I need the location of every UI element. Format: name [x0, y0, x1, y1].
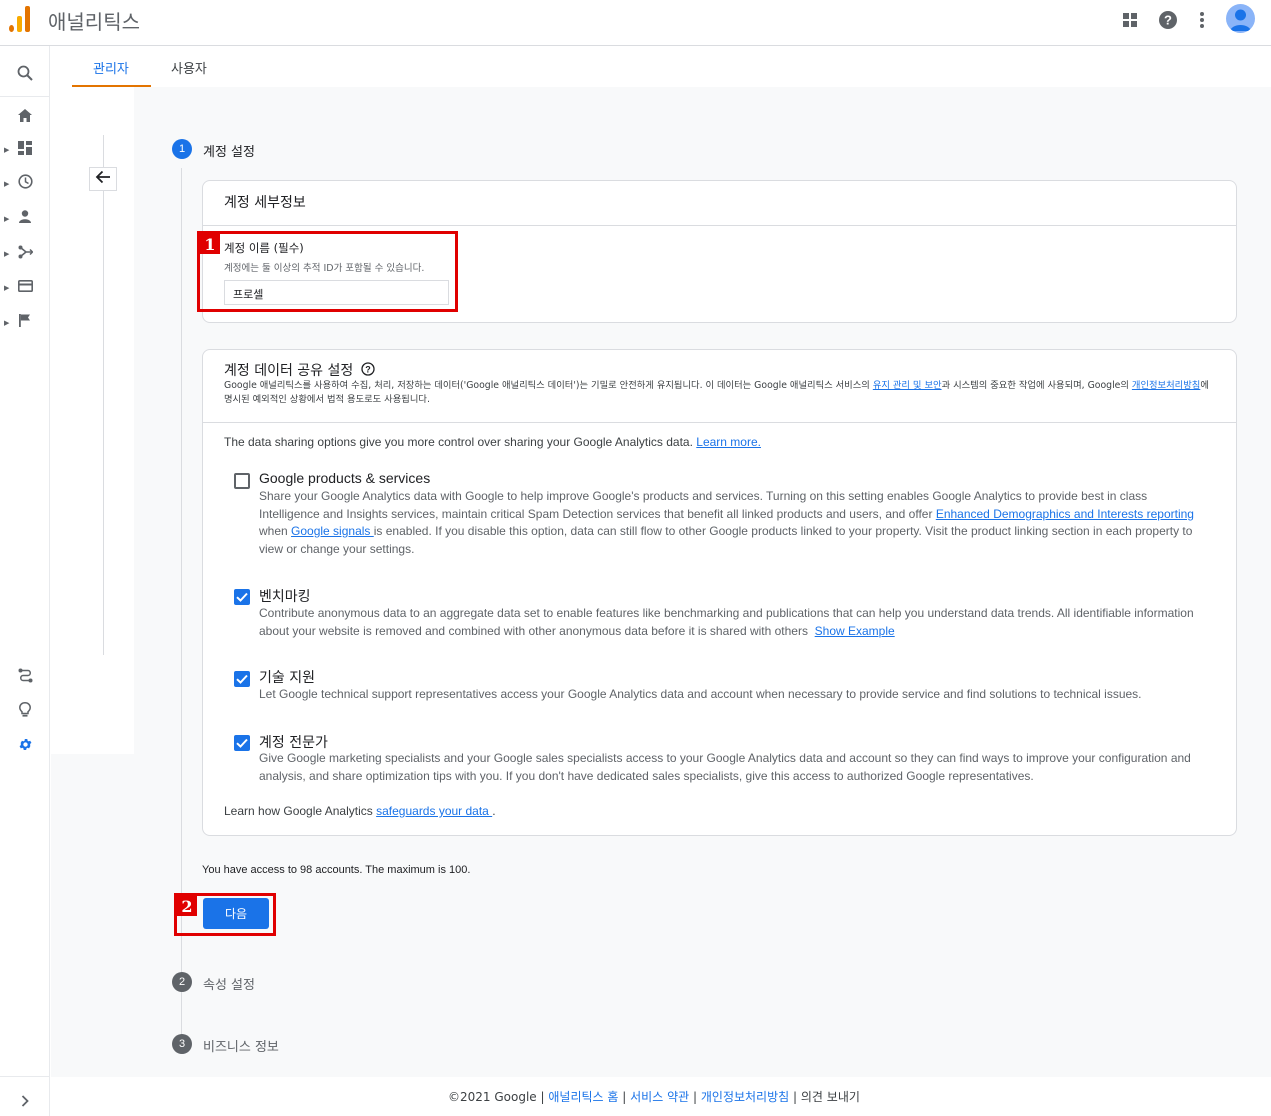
more-vert-icon[interactable] [1190, 8, 1214, 32]
tab-user[interactable]: 사용자 [171, 58, 207, 77]
step-3-label: 비즈니스 정보 [203, 1040, 279, 1055]
person-icon [19, 210, 31, 228]
annotation-box-1 [197, 231, 458, 312]
check-icon [236, 738, 248, 748]
home-icon[interactable] [0, 100, 50, 130]
dashboard-icon [18, 140, 32, 160]
apps-grid-icon[interactable] [1118, 8, 1142, 32]
account-limit-note: You have access to 98 accounts. The maxi… [202, 864, 471, 876]
flag-icon [19, 314, 31, 332]
search-icon[interactable] [0, 58, 50, 88]
annotation-tag-2: 2 [177, 896, 197, 916]
expand-caret-icon: ▶ [4, 320, 10, 327]
nav-realtime[interactable]: ▶ [0, 169, 50, 199]
option-desc-text: when [259, 524, 292, 538]
google-products-description: Share your Google Analytics data with Go… [259, 488, 1209, 558]
check-icon [236, 592, 248, 602]
nav-conversions[interactable]: ▶ [0, 308, 50, 338]
step-1-label: 계정 설정 [203, 145, 255, 160]
acquisition-icon [18, 245, 34, 264]
account-specialists-title: 계정 전문가 [259, 735, 328, 751]
admin-gear-icon[interactable] [0, 729, 50, 759]
footer-links: ©2021 Google | 애널리틱스 홈 | 서비스 약관 | 개인정보처리… [448, 1088, 860, 1105]
privacy-policy-link[interactable]: 개인정보처리방침 [1132, 380, 1200, 391]
back-arrow-button[interactable] [89, 167, 117, 191]
google-products-title: Google products & services [259, 470, 431, 486]
expand-caret-icon: ▶ [4, 147, 10, 154]
expand-caret-icon: ▶ [4, 251, 10, 258]
google-products-checkbox[interactable] [234, 473, 250, 489]
learn-more-link[interactable]: Learn more. [696, 435, 761, 449]
sharing-intro-text: The data sharing options give you more c… [224, 435, 693, 449]
enhanced-demographics-link[interactable]: Enhanced Demographics and Interests repo… [936, 507, 1194, 521]
footer-separator: | [692, 1090, 698, 1104]
safeguards-link[interactable]: safeguards your data [376, 804, 492, 818]
step-2-label: 속성 설정 [203, 978, 255, 993]
account-specialists-description: Give Google marketing specialists and yo… [259, 751, 1191, 783]
help-icon[interactable]: ? [1156, 8, 1180, 32]
desc-text-2: 과 시스템의 중요한 작업에 사용되며, Google의 [941, 380, 1132, 391]
step-1-indicator: 1 [172, 139, 192, 159]
page-footer: ©2021 Google | 애널리틱스 홈 | 서비스 약관 | 개인정보처리… [0, 1077, 1271, 1116]
arrow-back-icon [95, 170, 111, 189]
technical-support-description: Let Google technical support representat… [259, 687, 1142, 701]
nav-audience[interactable]: ▶ [0, 204, 50, 234]
safeguards-text: Learn how Google Analytics [224, 804, 373, 818]
left-navigation: ▶ ▶ ▶ ▶ ▶ ▶ [0, 46, 50, 1116]
expand-caret-icon: ▶ [4, 285, 10, 292]
attribution-icon[interactable] [0, 660, 50, 690]
expand-caret-icon: ▶ [4, 181, 10, 188]
safeguards-note: Learn how Google Analytics safeguards yo… [224, 804, 496, 818]
data-sharing-description: Google 애널리틱스를 사용하여 수집, 처리, 저장하는 데이터('Goo… [224, 379, 1219, 407]
account-avatar[interactable] [1226, 4, 1255, 33]
maintenance-security-link[interactable]: 유지 관리 및 보안 [873, 380, 942, 391]
account-details-title: 계정 세부정보 [224, 195, 306, 211]
back-panel [51, 87, 134, 754]
admin-tabs: 관리자 사용자 [51, 46, 1271, 87]
footer-separator: | [622, 1090, 627, 1104]
svg-text:?: ? [365, 364, 371, 374]
data-sharing-title-text: 계정 데이터 공유 설정 [224, 363, 354, 379]
expand-caret-icon: ▶ [4, 216, 10, 223]
option-desc-text: is enabled. If you disable this option, … [259, 524, 1193, 556]
analytics-logo-icon[interactable] [9, 6, 31, 32]
behavior-icon [17, 279, 33, 297]
safeguards-end: . [492, 804, 496, 818]
benchmarking-description: Contribute anonymous data to an aggregat… [259, 605, 1209, 640]
benchmarking-checkbox[interactable] [234, 589, 250, 605]
footer-separator: | [793, 1090, 798, 1104]
google-signals-link[interactable]: Google signals [291, 524, 374, 538]
footer-terms-link[interactable]: 서비스 약관 [630, 1090, 689, 1104]
footer-separator: | [540, 1090, 545, 1104]
tab-admin[interactable]: 관리자 [93, 58, 129, 77]
check-icon [236, 674, 248, 684]
account-specialists-checkbox[interactable] [234, 735, 250, 751]
footer-copyright: ©2021 Google [448, 1090, 537, 1104]
technical-support-checkbox[interactable] [234, 671, 250, 687]
option-desc-text: Contribute anonymous data to an aggregat… [259, 606, 1194, 638]
sharing-intro: The data sharing options give you more c… [224, 435, 761, 449]
app-title[interactable]: 애널리틱스 [48, 6, 140, 35]
clock-icon [17, 174, 33, 194]
top-app-bar: 애널리틱스 ? [0, 0, 1271, 46]
lightbulb-icon[interactable] [0, 694, 50, 724]
annotation-tag-1: 1 [200, 234, 220, 254]
desc-text-1: Google 애널리틱스를 사용하여 수집, 처리, 저장하는 데이터('Goo… [224, 380, 873, 391]
technical-support-title: 기술 지원 [259, 670, 315, 686]
data-sharing-title: 계정 데이터 공유 설정 ? [224, 360, 375, 380]
footer-analytics-home-link[interactable]: 애널리틱스 홈 [548, 1090, 618, 1104]
step-3-indicator: 3 [172, 1034, 192, 1054]
show-example-link[interactable]: Show Example [815, 624, 895, 638]
nav-acquisition[interactable]: ▶ [0, 239, 50, 269]
help-outline-icon[interactable]: ? [361, 362, 375, 380]
footer-feedback-link[interactable]: 의견 보내기 [801, 1090, 860, 1104]
footer-privacy-link[interactable]: 개인정보처리방침 [701, 1090, 789, 1104]
step-2-indicator: 2 [172, 972, 192, 992]
benchmarking-title: 벤치마킹 [259, 589, 311, 605]
nav-behavior[interactable]: ▶ [0, 273, 50, 303]
nav-customization[interactable]: ▶ [0, 135, 50, 165]
svg-text:?: ? [1164, 13, 1172, 28]
